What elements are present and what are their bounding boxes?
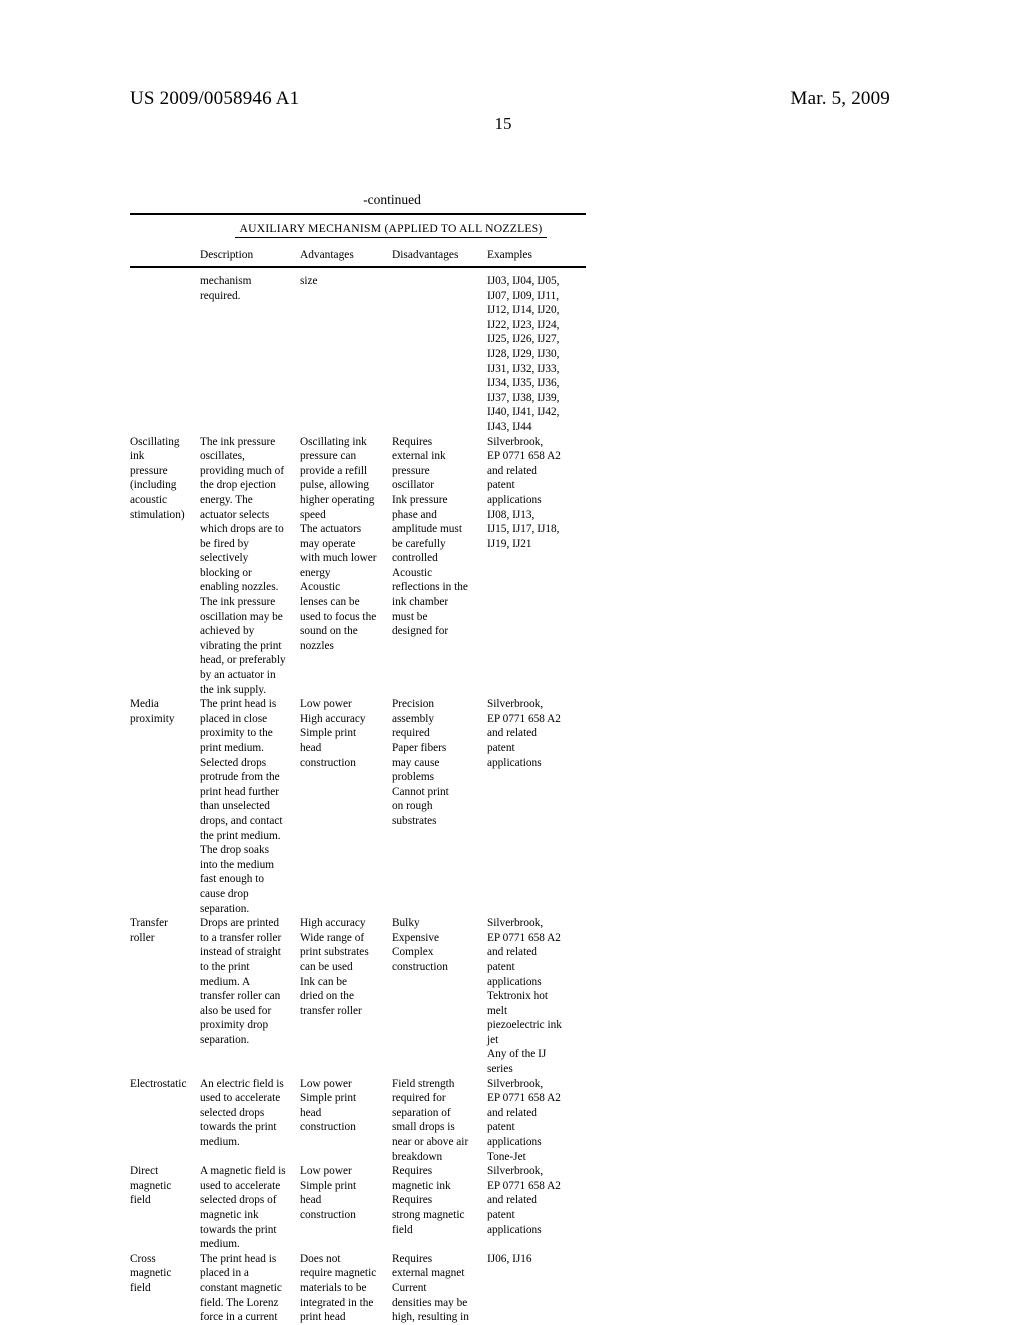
table-cell-disadvantages: Field strength required for separation o…: [392, 1077, 469, 1163]
table-cell-advantages: High accuracy Wide range of print substr…: [300, 917, 369, 1017]
table-cell-description: The print head is placed in a constant m…: [200, 1252, 282, 1324]
continued-label: -continued: [363, 192, 421, 207]
continued-table: -continued AUXILIARY MECHANISM (APPLIED …: [130, 192, 586, 1325]
table-title-row: AUXILIARY MECHANISM (APPLIED TO ALL NOZZ…: [130, 215, 586, 240]
page-number: 15: [494, 114, 512, 133]
column-header-description: Description: [200, 249, 254, 261]
table-cell-examples: IJ03, IJ04, IJ05, IJ07, IJ09, IJ11, IJ12…: [487, 275, 560, 433]
table-cell-label: Cross magnetic field: [130, 1252, 172, 1294]
table-row: Transfer roller Drops are printed to a tr…: [130, 916, 586, 1077]
table-cell-label: Oscillating ink pressure (including acou…: [130, 435, 185, 521]
table-cell-label: Direct magnetic field: [130, 1165, 172, 1207]
patent-page: US 2009/0058946 A1 Mar. 5, 2009 15 -cont…: [0, 0, 1024, 1323]
column-header-disadvantages: Disadvantages: [392, 249, 459, 261]
table-cell-examples: Silverbrook, EP 0771 658 A2 and related …: [487, 435, 561, 550]
table-cell-advantages: Does not require magnetic materials to b…: [300, 1252, 377, 1324]
table-cell-advantages: Oscillating ink pressure can provide a r…: [300, 435, 377, 652]
table-cell-description: The print head is placed in close proxim…: [200, 698, 283, 915]
table-cell-examples: Silverbrook, EP 0771 658 A2 and related …: [487, 1077, 561, 1163]
table-cell-description: The ink pressure oscillates, providing m…: [200, 435, 286, 696]
table-body: mechanism required. size IJ03, IJ04, IJ05,…: [130, 268, 586, 1325]
table-title: AUXILIARY MECHANISM (APPLIED TO ALL NOZZ…: [235, 222, 547, 238]
table-row: Electrostatic An electric field is used t…: [130, 1077, 586, 1165]
table-cell-description: An electric field is used to accelerate …: [200, 1077, 284, 1149]
column-header-examples: Examples: [487, 249, 532, 261]
table-row: Direct magnetic field A magnetic field is…: [130, 1164, 586, 1252]
table-cell-description: mechanism required.: [200, 275, 252, 302]
column-header-advantages: Advantages: [300, 249, 354, 261]
publication-number: US 2009/0058946 A1: [130, 88, 300, 109]
table-row: Cross magnetic field The print head is pl…: [130, 1252, 586, 1325]
table-cell-examples: IJ06, IJ16: [487, 1252, 532, 1265]
publication-date: Mar. 5, 2009: [790, 88, 890, 109]
table-cell-disadvantages: Requires external ink pressure oscillato…: [392, 435, 468, 638]
table-row: Media proximity The print head is placed …: [130, 697, 586, 916]
table-cell-label: Transfer roller: [130, 917, 168, 944]
table-cell-advantages: Low power Simple print head construction: [300, 1077, 357, 1134]
document-header: US 2009/0058946 A1 Mar. 5, 2009: [130, 88, 890, 112]
table-column-headers: Description Advantages Disadvantages Exa…: [130, 240, 586, 266]
table-cell-label: Electrostatic: [130, 1077, 187, 1090]
table-cell-disadvantages: Bulky Expensive Complex construction: [392, 917, 448, 973]
table-cell-disadvantages: Requires magnetic ink Requires strong ma…: [392, 1165, 465, 1236]
table-cell-label: Media proximity: [130, 698, 175, 725]
table-cell-disadvantages: Precision assembly required Paper fibers…: [392, 698, 449, 827]
table-cell-examples: Silverbrook, EP 0771 658 A2 and related …: [487, 698, 561, 769]
table-row: Oscillating ink pressure (including acou…: [130, 435, 586, 698]
table-row: mechanism required. size IJ03, IJ04, IJ05,…: [130, 274, 586, 435]
table-cell-advantages: Low power High accuracy Simple print hea…: [300, 698, 366, 769]
table-cell-description: A magnetic field is used to accelerate s…: [200, 1165, 286, 1251]
table-cell-advantages: Low power Simple print head construction: [300, 1165, 357, 1221]
table-cell-examples: Silverbrook, EP 0771 658 A2 and related …: [487, 1165, 561, 1236]
table-cell-examples: Silverbrook, EP 0771 658 A2 and related …: [487, 917, 562, 1076]
table-cell-description: Drops are printed to a transfer roller i…: [200, 917, 282, 1046]
table-cell-disadvantages: Requires external magnet Current densiti…: [392, 1252, 469, 1324]
table-cell-advantages: size: [300, 275, 318, 287]
